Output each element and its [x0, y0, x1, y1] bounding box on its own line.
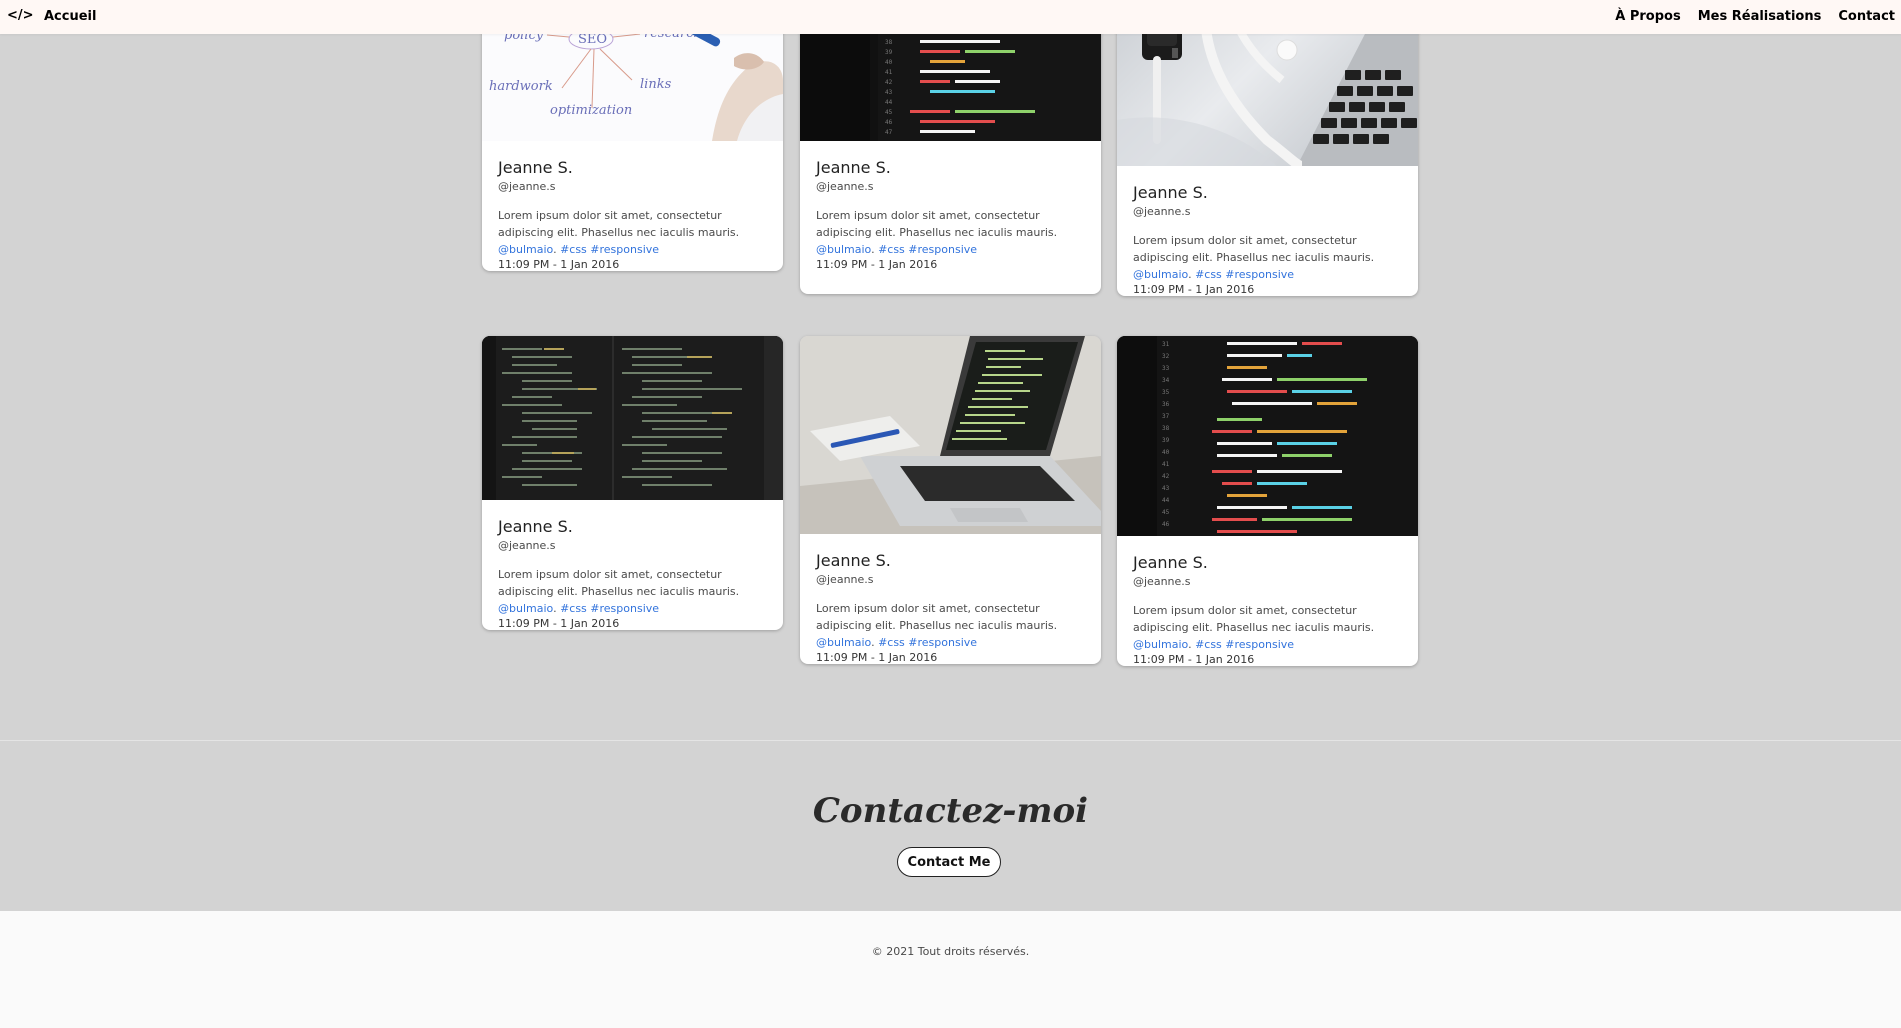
code-brand-icon[interactable]: </> [7, 8, 34, 23]
hashtag-link[interactable]: #responsive [590, 243, 659, 256]
card-timestamp: 11:09 PM - 1 Jan 2016 [498, 617, 620, 630]
svg-text:45: 45 [885, 109, 893, 116]
contact-me-button[interactable]: Contact Me [897, 847, 1001, 877]
hashtag-link[interactable]: #responsive [908, 243, 977, 256]
card-author-name: Jeanne S. [498, 517, 573, 536]
svg-text:37: 37 [1162, 413, 1170, 420]
card-author-handle: @jeanne.s [498, 180, 556, 193]
card-timestamp: 11:09 PM - 1 Jan 2016 [816, 258, 938, 271]
svg-text:44: 44 [885, 99, 893, 106]
svg-text:42: 42 [1162, 473, 1170, 480]
dark-code-editor-image [482, 336, 783, 500]
svg-text:46: 46 [885, 119, 893, 126]
card-description: Lorem ipsum dolor sit amet, consectetur … [1133, 234, 1375, 281]
nav-home-link[interactable]: Accueil [44, 9, 96, 24]
project-card[interactable]: 31 32 33 34 35 36 37 38 39 40 41 42 43 44 45 46 Jean… [1117, 336, 1418, 666]
nav-link-contact[interactable]: Contact [1838, 9, 1895, 24]
card-description: Lorem ipsum dolor sit amet, consectetur … [498, 209, 740, 256]
svg-text:39: 39 [1162, 437, 1170, 444]
svg-text:38: 38 [1162, 425, 1170, 432]
svg-text:47: 47 [885, 129, 893, 136]
card-author-name: Jeanne S. [498, 158, 573, 177]
svg-text:44: 44 [1162, 497, 1170, 504]
nav-link-portfolio[interactable]: Mes Réalisations [1698, 9, 1822, 24]
card-description: Lorem ipsum dolor sit amet, consectetur … [816, 602, 1058, 649]
card-author-name: Jeanne S. [1133, 553, 1208, 572]
svg-text:46: 46 [1162, 521, 1170, 528]
hashtag-link[interactable]: #responsive [1225, 268, 1294, 281]
seo-word: hardwork [489, 79, 553, 94]
svg-text:31: 31 [1162, 341, 1170, 348]
svg-text:45: 45 [1162, 509, 1170, 516]
card-timestamp: 11:09 PM - 1 Jan 2016 [1133, 283, 1255, 296]
card-author-handle: @jeanne.s [1133, 575, 1191, 588]
seo-word: links [640, 77, 672, 92]
hashtag-link[interactable]: #css [878, 636, 905, 649]
contact-title: Contactez-moi [812, 791, 1089, 831]
card-author-name: Jeanne S. [1133, 183, 1208, 202]
card-description: Lorem ipsum dolor sit amet, consectetur … [498, 568, 740, 615]
svg-text:40: 40 [1162, 449, 1170, 456]
svg-text:41: 41 [885, 69, 893, 76]
nav-link-about[interactable]: À Propos [1615, 9, 1680, 24]
project-card[interactable]: policy SEO research hardwork links optim… [482, 0, 783, 271]
mention-link[interactable]: @bulmaio [498, 602, 553, 615]
card-author-handle: @jeanne.s [1133, 205, 1191, 218]
hashtag-link[interactable]: #css [1195, 638, 1222, 651]
hashtag-link[interactable]: #responsive [1225, 638, 1294, 651]
svg-text:40: 40 [885, 59, 893, 66]
seo-word: SEO [578, 32, 607, 47]
project-card[interactable]: 34353637 38394041 42434445 4647 Jeanne S… [800, 0, 1101, 294]
contact-section: Contactez-moi Contact Me [0, 740, 1901, 912]
svg-text:34: 34 [1162, 377, 1170, 384]
mention-link[interactable]: @bulmaio [816, 636, 871, 649]
project-card[interactable]: Jeanne S. @jeanne.s Lorem ipsum dolor si… [800, 336, 1101, 664]
hashtag-link[interactable]: #css [878, 243, 905, 256]
nav-links: À Propos Mes Réalisations Contact [1615, 9, 1901, 24]
navbar: </> Accueil À Propos Mes Réalisations Co… [0, 0, 1901, 34]
svg-text:43: 43 [885, 89, 893, 96]
card-timestamp: 11:09 PM - 1 Jan 2016 [498, 258, 620, 271]
hashtag-link[interactable]: #css [560, 602, 587, 615]
code-screen-illustration: 31 32 33 34 35 36 37 38 39 40 41 42 43 44 45 46 [1117, 336, 1418, 536]
laptop-desk-illustration [800, 336, 1101, 534]
dark-code-editor-illustration [482, 336, 783, 500]
mention-link[interactable]: @bulmaio [816, 243, 871, 256]
card-author-handle: @jeanne.s [498, 539, 556, 552]
svg-text:35: 35 [1162, 389, 1170, 396]
svg-text:32: 32 [1162, 353, 1170, 360]
mention-link[interactable]: @bulmaio [1133, 268, 1188, 281]
mention-link[interactable]: @bulmaio [1133, 638, 1188, 651]
footer: © 2021 Tout droits réservés. [0, 911, 1901, 1028]
project-card[interactable]: Jeanne S. @jeanne.s Lorem ipsum dolor si… [482, 336, 783, 630]
svg-text:36: 36 [1162, 401, 1170, 408]
laptop-desk-image [800, 336, 1101, 534]
hashtag-link[interactable]: #css [1195, 268, 1222, 281]
card-timestamp: 11:09 PM - 1 Jan 2016 [1133, 653, 1255, 666]
card-author-name: Jeanne S. [816, 158, 891, 177]
code-screen-image: 31 32 33 34 35 36 37 38 39 40 41 42 43 44 45 46 [1117, 336, 1418, 536]
project-card[interactable]: Jeanne S. @jeanne.s Lorem ipsum dolor si… [1117, 0, 1418, 296]
svg-text:33: 33 [1162, 365, 1170, 372]
copyright-text: © 2021 Tout droits réservés. [871, 945, 1030, 958]
card-author-handle: @jeanne.s [816, 573, 874, 586]
hashtag-link[interactable]: #css [560, 243, 587, 256]
card-description: Lorem ipsum dolor sit amet, consectetur … [816, 209, 1058, 256]
mention-link[interactable]: @bulmaio [498, 243, 553, 256]
card-timestamp: 11:09 PM - 1 Jan 2016 [816, 651, 938, 664]
card-description: Lorem ipsum dolor sit amet, consectetur … [1133, 604, 1375, 651]
svg-text:38: 38 [885, 39, 893, 46]
card-author-name: Jeanne S. [816, 551, 891, 570]
hashtag-link[interactable]: #responsive [590, 602, 659, 615]
svg-text:41: 41 [1162, 461, 1170, 468]
svg-text:39: 39 [885, 49, 893, 56]
seo-word: optimization [550, 103, 632, 118]
svg-text:42: 42 [885, 79, 893, 86]
hashtag-link[interactable]: #responsive [908, 636, 977, 649]
svg-text:43: 43 [1162, 485, 1170, 492]
card-author-handle: @jeanne.s [816, 180, 874, 193]
